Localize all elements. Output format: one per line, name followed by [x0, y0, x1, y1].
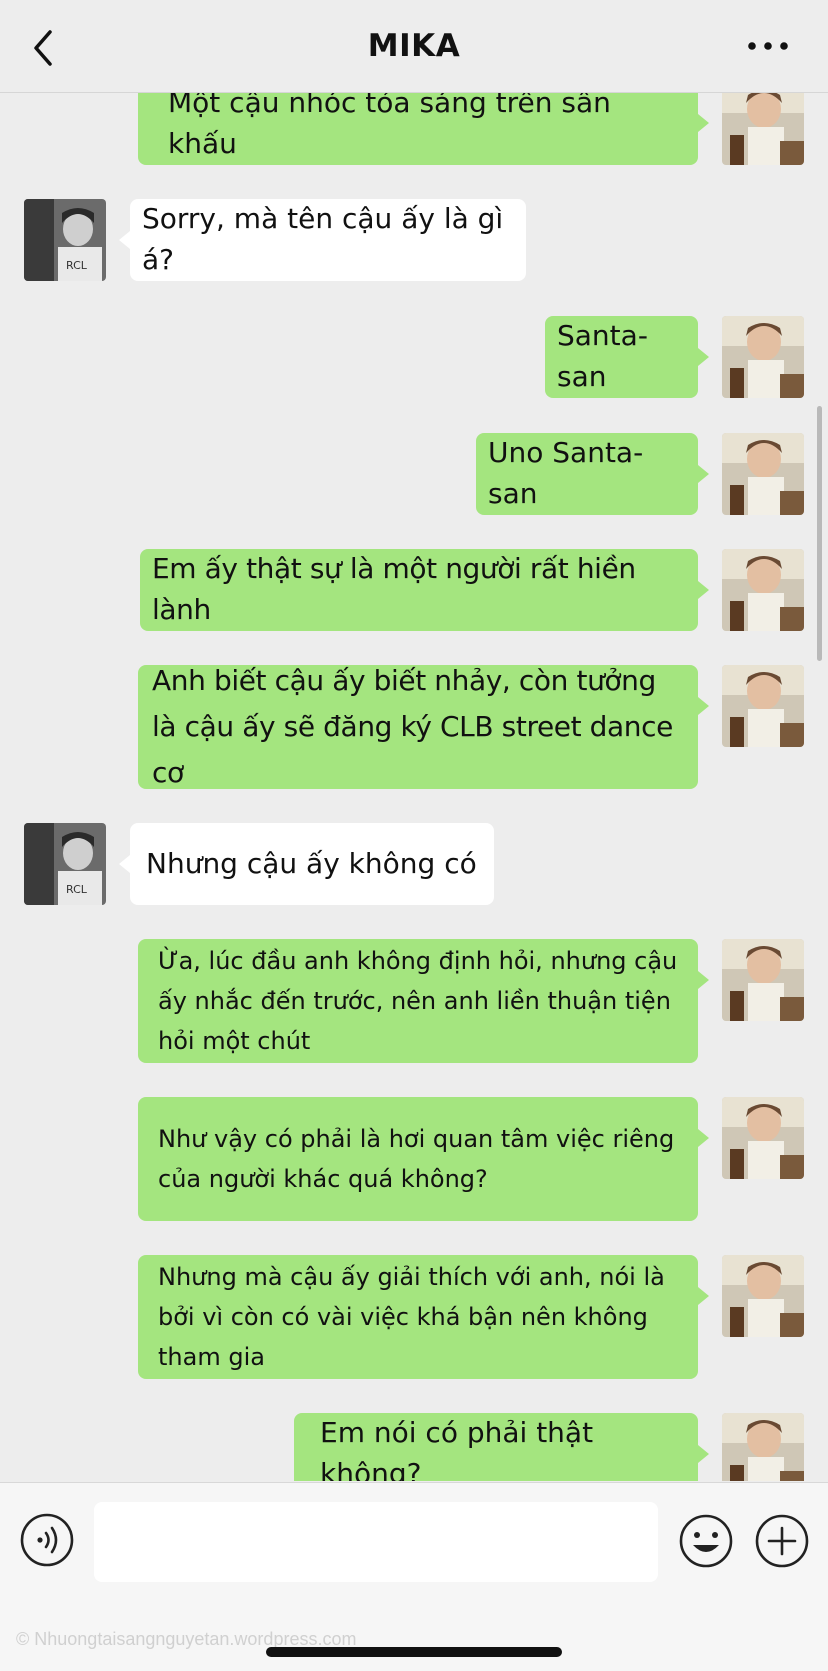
avatar-photo-icon: RCL	[24, 199, 106, 281]
message-text: Santa-san	[557, 319, 648, 393]
message-input[interactable]	[94, 1502, 658, 1582]
message-text: Anh biết cậu ấy biết nhảy, còn tưởng là …	[152, 663, 673, 790]
message-row: Ừa, lúc đầu anh không định hỏi, nhưng cậ…	[0, 939, 828, 1063]
my-avatar[interactable]	[722, 1097, 804, 1179]
bubble-tail	[119, 231, 130, 249]
my-avatar[interactable]	[722, 1255, 804, 1337]
bubble-tail	[698, 581, 709, 599]
plus-button[interactable]	[754, 1513, 810, 1569]
message-row: Em ấy thật sự là một người rất hiền lành	[0, 549, 828, 631]
message-text: Như vậy có phải là hơi quan tâm việc riê…	[158, 1124, 675, 1193]
avatar-photo-icon	[722, 316, 804, 398]
message-row: Santa-san	[0, 316, 828, 398]
avatar-photo-icon	[722, 549, 804, 631]
voice-button[interactable]	[20, 1513, 74, 1567]
message-bubble[interactable]: Nhưng cậu ấy không có	[130, 823, 494, 905]
message-bubble[interactable]: Em ấy thật sự là một người rất hiền lành	[140, 549, 698, 631]
message-list[interactable]: Một cậu nhóc tỏa sáng trên sân khấu RCL …	[0, 93, 828, 1481]
emoji-icon	[679, 1514, 733, 1568]
message-bubble[interactable]: Sorry, mà tên cậu ấy là gì á?	[130, 199, 526, 281]
bubble-tail	[698, 465, 709, 483]
message-text: Ừa, lúc đầu anh không định hỏi, nhưng cậ…	[158, 946, 678, 1056]
avatar-photo-icon	[722, 1255, 804, 1337]
message-bubble[interactable]: Santa-san	[545, 316, 698, 398]
message-row: RCL Sorry, mà tên cậu ấy là gì á?	[0, 199, 828, 281]
message-bubble[interactable]: Nhưng mà cậu ấy giải thích với anh, nói …	[138, 1255, 698, 1379]
message-text: Em ấy thật sự là một người rất hiền lành	[152, 552, 636, 626]
more-dots-icon	[748, 42, 788, 50]
voice-icon	[20, 1513, 74, 1567]
message-row: Anh biết cậu ấy biết nhảy, còn tưởng là …	[0, 664, 828, 789]
avatar-photo-icon	[722, 433, 804, 515]
message-bubble[interactable]: Như vậy có phải là hơi quan tâm việc riê…	[138, 1097, 698, 1221]
message-row: Uno Santa-san	[0, 433, 828, 515]
message-text: Em nói có phải thật không?	[320, 1416, 594, 1481]
message-bubble[interactable]: Em nói có phải thật không?	[294, 1413, 698, 1481]
bubble-tail	[698, 1287, 709, 1305]
my-avatar[interactable]	[722, 549, 804, 631]
message-text: Uno Santa-san	[488, 436, 644, 510]
bubble-tail	[698, 697, 709, 715]
message-row: Một cậu nhóc tỏa sáng trên sân khấu	[0, 93, 828, 173]
bubble-tail	[698, 1445, 709, 1463]
message-bubble[interactable]: Một cậu nhóc tỏa sáng trên sân khấu	[138, 93, 698, 165]
message-bubble[interactable]: Anh biết cậu ấy biết nhảy, còn tưởng là …	[138, 664, 698, 789]
contact-avatar[interactable]: RCL	[24, 199, 106, 281]
my-avatar[interactable]	[722, 665, 804, 747]
message-row: RCL Nhưng cậu ấy không có	[0, 823, 828, 905]
message-row: Nhưng mà cậu ấy giải thích với anh, nói …	[0, 1255, 828, 1379]
message-text: Nhưng mà cậu ấy giải thích với anh, nói …	[158, 1262, 665, 1372]
contact-avatar[interactable]: RCL	[24, 823, 106, 905]
my-avatar[interactable]	[722, 939, 804, 1021]
message-bubble[interactable]: Ừa, lúc đầu anh không định hỏi, nhưng cậ…	[138, 939, 698, 1063]
my-avatar[interactable]	[722, 1413, 804, 1481]
avatar-photo-icon	[722, 1413, 804, 1481]
svg-text:RCL: RCL	[66, 259, 88, 272]
svg-text:RCL: RCL	[66, 883, 88, 896]
bubble-tail	[698, 114, 709, 132]
my-avatar[interactable]	[722, 433, 804, 515]
chat-title: MIKA	[367, 28, 461, 64]
message-text: Một cậu nhóc tỏa sáng trên sân khấu	[168, 93, 611, 160]
my-avatar[interactable]	[722, 316, 804, 398]
my-avatar[interactable]	[722, 93, 804, 165]
bubble-tail	[698, 971, 709, 989]
home-indicator[interactable]	[266, 1647, 562, 1657]
message-row: Em nói có phải thật không?	[0, 1413, 828, 1481]
avatar-photo-icon	[722, 939, 804, 1021]
chat-header: MIKA	[0, 0, 828, 93]
bubble-tail	[698, 348, 709, 366]
message-row: Như vậy có phải là hơi quan tâm việc riê…	[0, 1097, 828, 1221]
message-text: Nhưng cậu ấy không có	[146, 846, 477, 880]
plus-circle-icon	[755, 1514, 809, 1568]
avatar-photo-icon	[722, 665, 804, 747]
message-text: Sorry, mà tên cậu ấy là gì á?	[142, 202, 504, 276]
message-bubble[interactable]: Uno Santa-san	[476, 433, 698, 515]
scrollbar[interactable]	[817, 406, 822, 661]
avatar-photo-icon: RCL	[24, 823, 106, 905]
input-bar: © Nhuongtaisangnguyetan.wordpress.com	[0, 1482, 828, 1671]
emoji-button[interactable]	[678, 1513, 734, 1569]
more-button[interactable]	[746, 36, 790, 56]
avatar-photo-icon	[722, 1097, 804, 1179]
bubble-tail	[698, 1129, 709, 1147]
avatar-photo-icon	[722, 93, 804, 165]
bubble-tail	[119, 855, 130, 873]
